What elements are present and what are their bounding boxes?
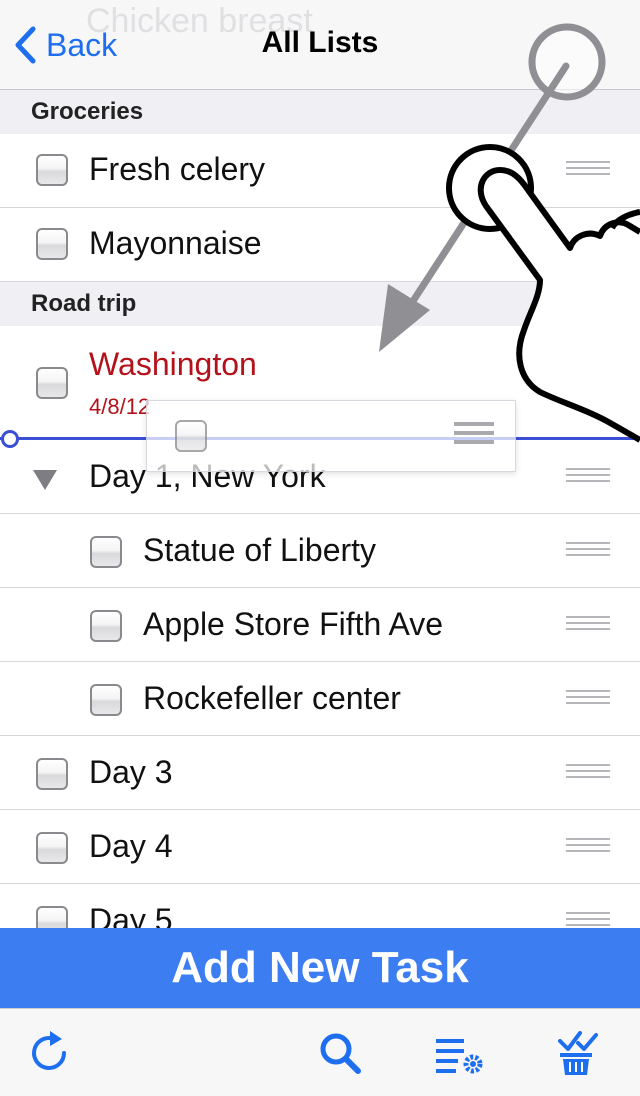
list-item[interactable]: Rockefeller center bbox=[0, 662, 640, 736]
ghost-reorder-handle-icon bbox=[454, 422, 494, 452]
task-label: Apple Store Fifth Ave bbox=[143, 606, 444, 642]
task-checkbox[interactable] bbox=[90, 610, 122, 642]
reorder-handle-icon[interactable] bbox=[566, 764, 610, 782]
list-item[interactable]: Day 4 bbox=[0, 810, 640, 884]
task-label: Rockefeller center bbox=[143, 680, 401, 716]
ghost-checkbox bbox=[175, 420, 207, 452]
reorder-handle-icon[interactable] bbox=[566, 161, 610, 179]
task-checkbox[interactable] bbox=[36, 367, 68, 399]
list-item[interactable]: Day 5 bbox=[0, 884, 640, 928]
task-label: Day 4 bbox=[89, 828, 173, 864]
bottom-toolbar bbox=[0, 1008, 640, 1096]
drop-indicator-dot bbox=[1, 430, 19, 448]
task-checkbox[interactable] bbox=[36, 154, 68, 186]
reorder-handle-icon[interactable] bbox=[566, 838, 610, 856]
task-label: Day 5 bbox=[89, 902, 173, 928]
list-item[interactable]: Fresh celery bbox=[0, 134, 640, 208]
task-checkbox[interactable] bbox=[36, 758, 68, 790]
list-settings-icon[interactable] bbox=[434, 1029, 486, 1077]
task-checkbox[interactable] bbox=[36, 906, 68, 928]
task-label: Statue of Liberty bbox=[143, 532, 377, 568]
task-checkbox[interactable] bbox=[90, 536, 122, 568]
task-label: Mayonnaise bbox=[89, 225, 262, 261]
reorder-handle-icon[interactable] bbox=[566, 542, 610, 560]
task-checkbox[interactable] bbox=[90, 684, 122, 716]
dragged-row-ghost[interactable] bbox=[146, 400, 516, 472]
reorder-handle-icon[interactable] bbox=[566, 690, 610, 708]
reorder-handle-icon[interactable] bbox=[566, 616, 610, 634]
task-checkbox[interactable] bbox=[36, 832, 68, 864]
reorder-handle-icon[interactable] bbox=[566, 468, 610, 486]
section-header-road-trip: Road trip bbox=[0, 282, 640, 326]
add-new-task-button[interactable]: Add New Task bbox=[0, 928, 640, 1008]
task-label: Fresh celery bbox=[89, 151, 266, 187]
navigation-bar: Chicken breast Back All Lists bbox=[0, 0, 640, 90]
section-header-groceries: Groceries bbox=[0, 90, 640, 134]
list-item[interactable]: Statue of Liberty bbox=[0, 514, 640, 588]
list-item[interactable]: Day 3 bbox=[0, 736, 640, 810]
task-due-date: 4/8/12 bbox=[89, 394, 151, 419]
list-item[interactable]: Apple Store Fifth Ave bbox=[0, 588, 640, 662]
refresh-icon[interactable] bbox=[26, 1029, 74, 1077]
task-label-overdue: Washington bbox=[89, 346, 257, 382]
list-item[interactable]: Mayonnaise bbox=[0, 208, 640, 282]
page-title: All Lists bbox=[261, 26, 379, 59]
reorder-handle-icon[interactable] bbox=[566, 912, 610, 928]
task-label: Day 3 bbox=[89, 754, 173, 790]
search-icon[interactable] bbox=[316, 1029, 364, 1077]
task-checkbox[interactable] bbox=[36, 228, 68, 260]
clear-completed-icon[interactable] bbox=[554, 1029, 602, 1077]
disclosure-triangle-icon[interactable] bbox=[33, 470, 57, 490]
